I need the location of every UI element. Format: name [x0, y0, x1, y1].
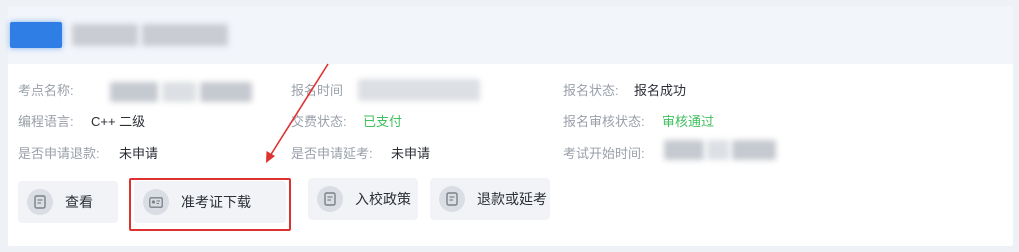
annotation-arrow	[266, 63, 329, 163]
